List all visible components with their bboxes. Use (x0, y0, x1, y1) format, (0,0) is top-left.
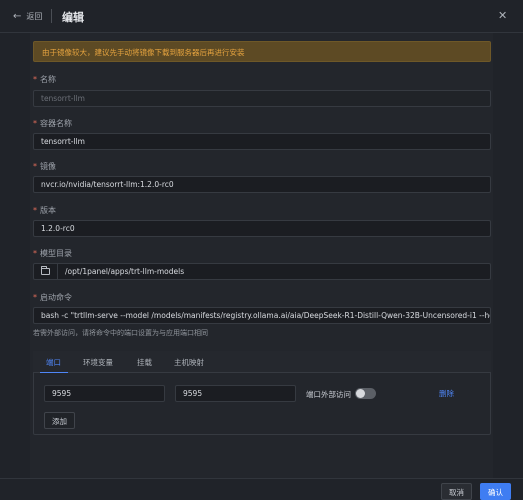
page-title: 编辑 (62, 11, 84, 24)
folder-picker-button[interactable] (33, 263, 58, 280)
command-hint: 若需外部访问，请将命令中的端口设置为与应用端口相同 (33, 329, 208, 337)
dialog-header: ← 返回 编辑 ✕ (0, 0, 523, 33)
host-port-input[interactable]: 9595 (44, 385, 165, 402)
image-field[interactable]: nvcr.io/nvidia/tensorrt-llm:1.2.0-rc0 (33, 176, 491, 193)
close-icon[interactable]: ✕ (498, 9, 507, 22)
required-mark: * (33, 206, 37, 215)
tab-env[interactable]: 环境变量 (83, 357, 113, 368)
container-name-label: * 容器名称 (33, 119, 72, 128)
toggle-knob (356, 389, 365, 398)
back-label: 返回 (26, 12, 43, 21)
cancel-button[interactable]: 取消 (441, 483, 472, 500)
container-port-input[interactable]: 9595 (175, 385, 296, 402)
tab-mounts[interactable]: 挂载 (137, 357, 152, 368)
required-mark: * (33, 249, 37, 258)
required-mark: * (33, 119, 37, 128)
image-label: * 镜像 (33, 162, 56, 171)
version-field[interactable]: 1.2.0-rc0 (33, 220, 491, 237)
command-label: * 启动命令 (33, 293, 72, 302)
model-dir-label: * 模型目录 (33, 249, 72, 258)
required-mark: * (33, 293, 37, 302)
add-port-button[interactable]: 添加 (44, 412, 75, 429)
tab-host-mapping[interactable]: 主机映射 (174, 357, 204, 368)
name-label: * 名称 (33, 75, 56, 84)
tab-ports[interactable]: 端口 (46, 357, 61, 368)
name-field[interactable]: tensorrt-llm (33, 90, 491, 107)
confirm-button[interactable]: 确认 (480, 483, 511, 500)
back-button[interactable]: ← 返回 (13, 11, 42, 22)
required-mark: * (33, 75, 37, 84)
command-field[interactable]: bash -c "trtllm-serve --model /models/ma… (33, 307, 491, 324)
active-tab-indicator (40, 372, 68, 373)
delete-port-link[interactable]: 删除 (439, 388, 454, 399)
container-name-field[interactable]: tensorrt-llm (33, 133, 491, 150)
required-mark: * (33, 162, 37, 171)
arrow-left-icon: ← (13, 10, 22, 22)
version-label: * 版本 (33, 206, 56, 215)
external-access-label: 端口外部访问 (306, 390, 351, 399)
warning-alert: 由于镜像较大，建议先手动将镜像下载到服务器后再进行安装 (33, 41, 491, 62)
model-dir-field[interactable]: /opt/1panel/apps/trt-llm-models (57, 263, 491, 280)
folder-icon (41, 266, 50, 275)
external-access-toggle[interactable] (355, 388, 376, 399)
header-divider (51, 9, 52, 23)
